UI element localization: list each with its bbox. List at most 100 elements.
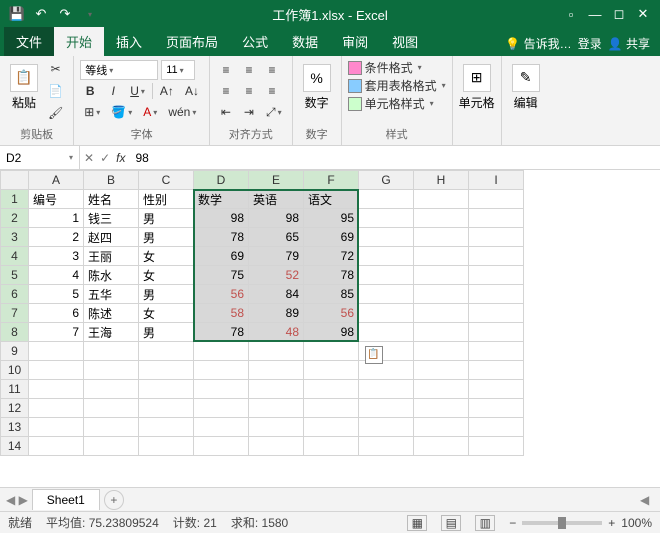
row-header-1[interactable]: 1 — [1, 190, 29, 209]
cell-I1[interactable] — [469, 190, 524, 209]
font-name-select[interactable]: 等线 — [80, 60, 158, 80]
cell-A9[interactable] — [29, 342, 84, 361]
redo-icon[interactable]: ↷ — [54, 3, 76, 25]
decrease-indent-icon[interactable]: ⇤ — [216, 102, 236, 122]
view-pagebreak-icon[interactable]: ▥ — [475, 515, 495, 531]
cell-F14[interactable] — [304, 437, 359, 456]
cell-A6[interactable]: 5 — [29, 285, 84, 304]
cell-G13[interactable] — [359, 418, 414, 437]
cell-A1[interactable]: 编号 — [29, 190, 84, 209]
conditional-format-button[interactable]: 条件格式 — [348, 59, 446, 76]
format-painter-icon[interactable]: 🖌 — [44, 103, 67, 123]
cell-D5[interactable]: 75 — [194, 266, 249, 285]
cell-D8[interactable]: 78 — [194, 323, 249, 342]
cell-B7[interactable]: 陈述 — [84, 304, 139, 323]
paste-options-icon[interactable]: 📋 — [365, 346, 383, 364]
cell-E6[interactable]: 84 — [249, 285, 304, 304]
undo-icon[interactable]: ↶ — [30, 3, 52, 25]
tab-formula[interactable]: 公式 — [230, 27, 280, 56]
row-header-12[interactable]: 12 — [1, 399, 29, 418]
row-header-7[interactable]: 7 — [1, 304, 29, 323]
increase-indent-icon[interactable]: ⇥ — [239, 102, 259, 122]
cell-B3[interactable]: 赵四 — [84, 228, 139, 247]
cell-C12[interactable] — [139, 399, 194, 418]
cell-H5[interactable] — [414, 266, 469, 285]
tab-file[interactable]: 文件 — [4, 27, 54, 56]
ribbon-options-icon[interactable]: ▫ — [560, 3, 582, 25]
row-header-11[interactable]: 11 — [1, 380, 29, 399]
cell-G14[interactable] — [359, 437, 414, 456]
cell-C13[interactable] — [139, 418, 194, 437]
row-header-6[interactable]: 6 — [1, 285, 29, 304]
cell-F12[interactable] — [304, 399, 359, 418]
copy-icon[interactable]: 📄 — [44, 81, 67, 101]
cell-E1[interactable]: 英语 — [249, 190, 304, 209]
formula-input[interactable] — [135, 151, 654, 165]
col-header-G[interactable]: G — [359, 171, 414, 190]
cell-A12[interactable] — [29, 399, 84, 418]
qat-customize-icon[interactable] — [78, 3, 100, 25]
cell-C2[interactable]: 男 — [139, 209, 194, 228]
cell-B4[interactable]: 王丽 — [84, 247, 139, 266]
cell-C3[interactable]: 男 — [139, 228, 194, 247]
cell-G6[interactable] — [359, 285, 414, 304]
cell-B2[interactable]: 钱三 — [84, 209, 139, 228]
fill-color-button[interactable]: 🪣 — [107, 102, 136, 122]
cell-I11[interactable] — [469, 380, 524, 399]
maximize-icon[interactable]: ◻ — [608, 3, 630, 25]
tab-home[interactable]: 开始 — [54, 27, 104, 56]
cell-F2[interactable]: 95 — [304, 209, 359, 228]
cell-I3[interactable] — [469, 228, 524, 247]
login-link[interactable]: 登录 — [578, 35, 602, 52]
cell-C11[interactable] — [139, 380, 194, 399]
cell-styles-button[interactable]: 单元格样式 — [348, 95, 446, 112]
view-layout-icon[interactable]: ▤ — [441, 515, 461, 531]
cell-I2[interactable] — [469, 209, 524, 228]
bold-button[interactable]: B — [80, 81, 100, 101]
align-left-icon[interactable]: ≡ — [216, 81, 236, 101]
cell-C9[interactable] — [139, 342, 194, 361]
cell-H12[interactable] — [414, 399, 469, 418]
cell-A5[interactable]: 4 — [29, 266, 84, 285]
sheet-tab[interactable]: Sheet1 — [32, 489, 100, 510]
cell-B12[interactable] — [84, 399, 139, 418]
cell-C7[interactable]: 女 — [139, 304, 194, 323]
underline-button[interactable]: U — [126, 81, 149, 101]
zoom-out-button[interactable]: − — [509, 516, 516, 530]
align-center-icon[interactable]: ≡ — [239, 81, 259, 101]
cell-I12[interactable] — [469, 399, 524, 418]
cell-F10[interactable] — [304, 361, 359, 380]
cell-A2[interactable]: 1 — [29, 209, 84, 228]
grid-scroll[interactable]: ABCDEFGHI1编号姓名性别数学英语语文21钱三男98989532赵四男78… — [0, 170, 660, 487]
cell-C1[interactable]: 性别 — [139, 190, 194, 209]
cell-C8[interactable]: 男 — [139, 323, 194, 342]
minimize-icon[interactable]: — — [584, 3, 606, 25]
cell-F9[interactable] — [304, 342, 359, 361]
align-right-icon[interactable]: ≡ — [262, 81, 282, 101]
col-header-D[interactable]: D — [194, 171, 249, 190]
col-header-I[interactable]: I — [469, 171, 524, 190]
paste-button[interactable]: 📋 粘贴 — [6, 59, 42, 115]
cell-F3[interactable]: 69 — [304, 228, 359, 247]
cell-A4[interactable]: 3 — [29, 247, 84, 266]
decrease-font-icon[interactable]: A↓ — [181, 81, 203, 101]
cell-B10[interactable] — [84, 361, 139, 380]
cell-D6[interactable]: 56 — [194, 285, 249, 304]
cell-B9[interactable] — [84, 342, 139, 361]
col-header-A[interactable]: A — [29, 171, 84, 190]
cell-G11[interactable] — [359, 380, 414, 399]
cell-A3[interactable]: 2 — [29, 228, 84, 247]
orientation-icon[interactable]: ⤢ — [262, 102, 286, 122]
row-header-3[interactable]: 3 — [1, 228, 29, 247]
cell-D9[interactable] — [194, 342, 249, 361]
cell-E2[interactable]: 98 — [249, 209, 304, 228]
col-header-C[interactable]: C — [139, 171, 194, 190]
fx-icon[interactable]: fx — [116, 151, 125, 165]
editing-button[interactable]: ✎ 编辑 — [508, 59, 544, 115]
italic-button[interactable]: I — [103, 81, 123, 101]
row-header-2[interactable]: 2 — [1, 209, 29, 228]
align-top-icon[interactable]: ≡ — [216, 60, 236, 80]
cell-F1[interactable]: 语文 — [304, 190, 359, 209]
cell-D1[interactable]: 数学 — [194, 190, 249, 209]
cell-H6[interactable] — [414, 285, 469, 304]
